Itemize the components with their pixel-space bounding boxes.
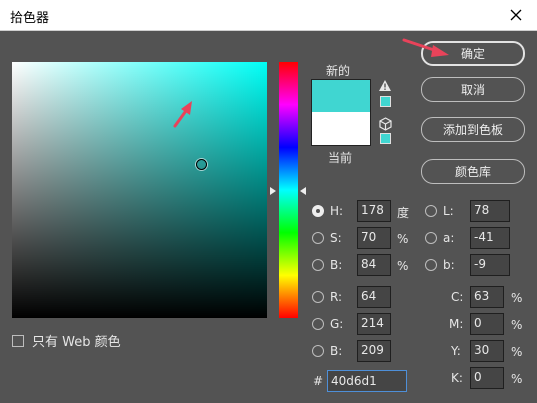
- h-label: H:: [330, 204, 344, 218]
- s-label: S:: [330, 231, 342, 245]
- k-input[interactable]: 0: [470, 367, 504, 389]
- k-label: K:: [451, 371, 463, 385]
- y-unit: %: [511, 345, 523, 359]
- y-label: Y:: [451, 344, 461, 358]
- color-field-marker[interactable]: [196, 159, 207, 170]
- m-unit: %: [511, 318, 523, 332]
- radio-h[interactable]: [312, 205, 324, 217]
- k-unit: %: [511, 372, 523, 386]
- hue-slider[interactable]: [279, 62, 298, 318]
- c-unit: %: [511, 291, 523, 305]
- radio-rgb-b[interactable]: [312, 345, 324, 357]
- annotation-arrow-picker: [173, 101, 192, 128]
- web-colors-option[interactable]: 只有 Web 颜色: [12, 331, 121, 350]
- hex-label: #: [313, 374, 324, 388]
- current-color-label: 当前: [328, 151, 353, 165]
- annotation-arrow-ok: [402, 38, 449, 57]
- close-icon: [510, 9, 522, 21]
- y-input[interactable]: 30: [470, 340, 504, 362]
- web-safe-swatch[interactable]: [380, 133, 391, 144]
- web-colors-checkbox[interactable]: [12, 334, 24, 347]
- gamut-warning-icon[interactable]: [378, 79, 392, 92]
- add-to-swatches-button[interactable]: 添加到色板: [421, 117, 525, 142]
- c-input[interactable]: 63: [470, 286, 504, 308]
- radio-l[interactable]: [425, 205, 437, 217]
- hsb-b-input[interactable]: 84: [357, 254, 391, 276]
- r-input[interactable]: 64: [357, 286, 391, 308]
- radio-hsb-b[interactable]: [312, 259, 324, 271]
- hue-slider-handle-left[interactable]: [270, 187, 276, 195]
- rgb-b-input[interactable]: 209: [357, 340, 391, 362]
- a-input[interactable]: -41: [470, 227, 510, 249]
- new-color-swatch: [311, 79, 371, 112]
- web-colors-label: 只有 Web 颜色: [32, 335, 121, 350]
- gamut-warning-swatch[interactable]: [380, 96, 391, 107]
- title-bar: 拾色器: [0, 0, 537, 31]
- a-label: a:: [443, 231, 455, 245]
- c-label: C:: [451, 290, 464, 304]
- radio-a[interactable]: [425, 232, 437, 244]
- hex-input[interactable]: 40d6d1: [327, 370, 407, 392]
- s-input[interactable]: 70: [357, 227, 391, 249]
- color-field[interactable]: [12, 62, 267, 318]
- hsb-b-unit: %: [397, 259, 409, 273]
- window-title: 拾色器: [10, 11, 50, 26]
- g-label: G:: [330, 317, 344, 331]
- r-label: R:: [330, 290, 343, 304]
- m-input[interactable]: 0: [470, 313, 504, 335]
- web-safe-cube-icon[interactable]: [379, 117, 392, 131]
- close-button[interactable]: [503, 2, 529, 28]
- lab-b-input[interactable]: -9: [470, 254, 510, 276]
- g-input[interactable]: 214: [357, 313, 391, 335]
- radio-r[interactable]: [312, 291, 324, 303]
- m-label: M:: [449, 317, 464, 331]
- radio-g[interactable]: [312, 318, 324, 330]
- h-unit: 度: [397, 206, 410, 220]
- l-label: L:: [443, 204, 454, 218]
- hue-slider-handle-right[interactable]: [300, 187, 306, 195]
- hsb-b-label: B:: [330, 258, 343, 272]
- lab-b-label: b:: [443, 258, 455, 272]
- color-libraries-button[interactable]: 颜色库: [421, 159, 525, 184]
- radio-lab-b[interactable]: [425, 259, 437, 271]
- radio-s[interactable]: [312, 232, 324, 244]
- current-color-swatch[interactable]: [311, 112, 371, 146]
- s-unit: %: [397, 232, 409, 246]
- rgb-b-label: B:: [330, 344, 343, 358]
- l-input[interactable]: 78: [470, 200, 510, 222]
- new-color-label: 新的: [326, 64, 351, 78]
- h-input[interactable]: 178: [357, 200, 391, 222]
- cancel-button[interactable]: 取消: [421, 77, 525, 102]
